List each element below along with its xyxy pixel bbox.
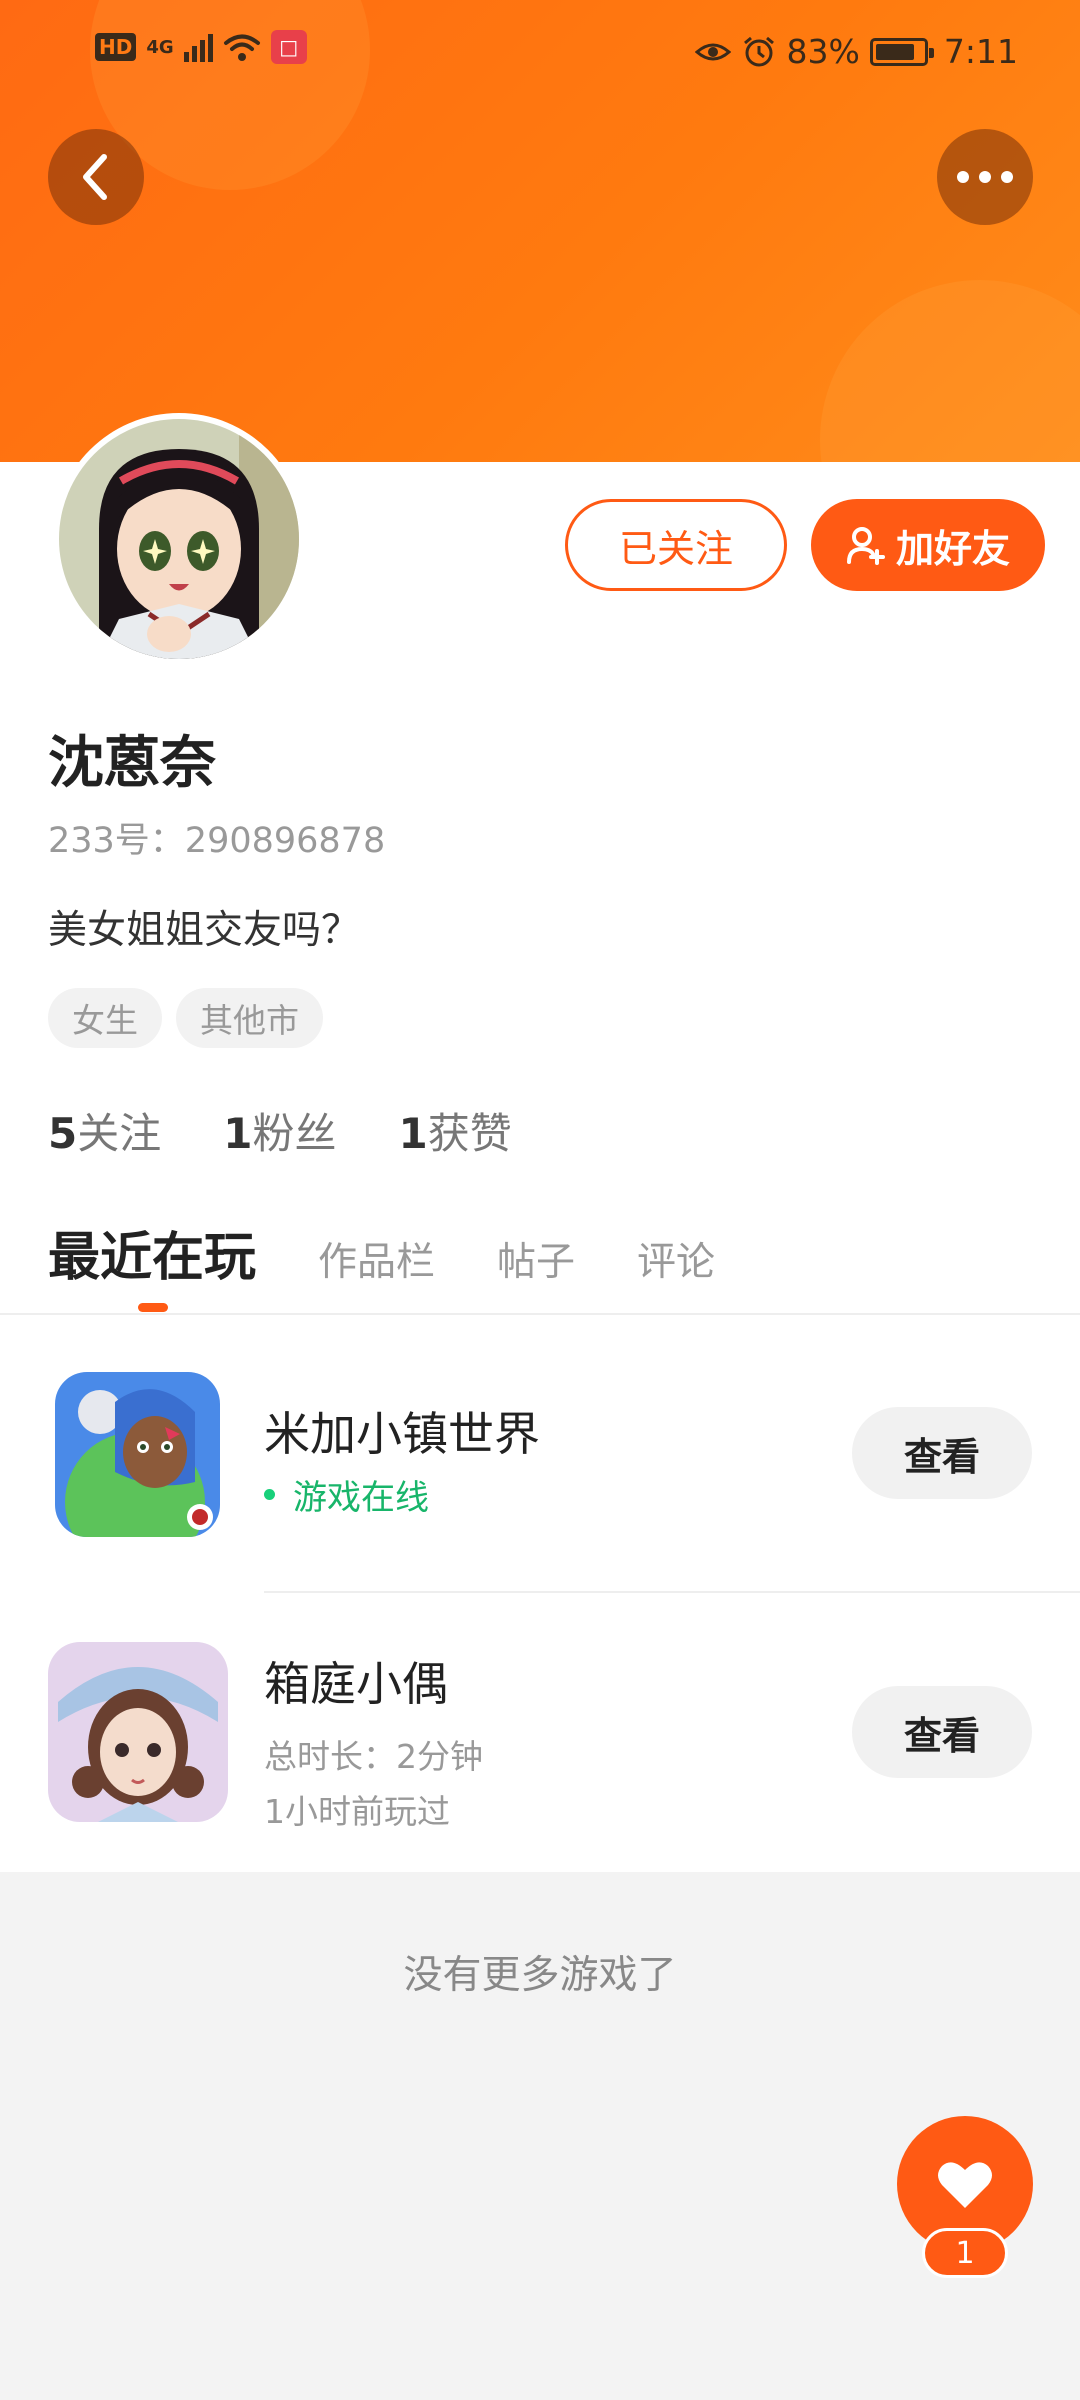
avatar[interactable] bbox=[53, 413, 305, 665]
game-title: 米加小镇世界 bbox=[264, 1407, 540, 1461]
avatar-image bbox=[59, 419, 299, 659]
stat-following[interactable]: 5关注 bbox=[48, 1100, 161, 1161]
tab-posts[interactable]: 帖子 bbox=[497, 1231, 575, 1287]
add-friend-label: 加好友 bbox=[895, 526, 1010, 571]
tabs-divider bbox=[0, 1313, 1080, 1315]
like-count-badge: 1 bbox=[922, 2228, 1008, 2278]
online-dot-icon bbox=[264, 1489, 275, 1500]
header-decoration bbox=[820, 280, 1080, 462]
username: 沈蒽奈 bbox=[48, 731, 216, 796]
battery-percent: 83% bbox=[786, 32, 860, 71]
last-played: 1小时前玩过 bbox=[264, 1792, 450, 1831]
user-id: 233号：290896878 bbox=[48, 821, 386, 861]
more-options-button[interactable] bbox=[937, 129, 1033, 225]
tab-recently-played[interactable]: 最近在玩 bbox=[48, 1215, 256, 1312]
tab-comments[interactable]: 评论 bbox=[637, 1231, 715, 1287]
hd-indicator: HD bbox=[95, 33, 137, 61]
back-button[interactable] bbox=[48, 129, 144, 225]
view-button[interactable]: 查看 bbox=[852, 1686, 1032, 1778]
stat-followers[interactable]: 1粉丝 bbox=[223, 1100, 336, 1161]
status-bar: HD 4G □ 83% 7:11 bbox=[0, 0, 1080, 105]
clock: 7:11 bbox=[943, 32, 1018, 71]
add-friend-button[interactable]: 加好友 bbox=[811, 499, 1045, 591]
signal-icon bbox=[183, 32, 213, 62]
status-right: 83% 7:11 bbox=[694, 32, 1018, 71]
add-user-icon bbox=[846, 527, 885, 565]
wifi-icon bbox=[223, 34, 260, 61]
game-icon bbox=[55, 1372, 220, 1537]
tag-gender: 女生 bbox=[48, 988, 162, 1048]
game-icon bbox=[48, 1642, 228, 1822]
battery-icon bbox=[869, 37, 934, 66]
game-title: 箱庭小偶 bbox=[264, 1657, 448, 1711]
status-left: HD 4G □ bbox=[95, 30, 307, 64]
tag-city: 其他市 bbox=[176, 988, 323, 1048]
network-type: 4G bbox=[146, 36, 174, 58]
more-dots-icon bbox=[957, 171, 1013, 183]
chevron-left-icon bbox=[83, 154, 107, 200]
followed-button[interactable]: 已关注 bbox=[565, 499, 787, 591]
eye-icon bbox=[694, 43, 731, 60]
list-item[interactable]: 箱庭小偶 总时长：2分钟 1小时前玩过 查看 bbox=[0, 1610, 1080, 1860]
book-app-icon: □ bbox=[270, 30, 307, 64]
play-duration: 总时长：2分钟 bbox=[264, 1737, 483, 1776]
user-bio: 美女姐姐交友吗？ bbox=[48, 908, 361, 953]
profile-stats: 5关注 1粉丝 1获赞 bbox=[48, 1100, 512, 1161]
tab-works[interactable]: 作品栏 bbox=[318, 1231, 435, 1287]
online-status: 游戏在线 bbox=[264, 1470, 429, 1519]
list-item[interactable]: 米加小镇世界 游戏在线 查看 bbox=[0, 1330, 1080, 1580]
heart-icon bbox=[938, 2162, 992, 2208]
no-more-games-text: 没有更多游戏了 bbox=[403, 1953, 677, 1998]
view-button[interactable]: 查看 bbox=[852, 1407, 1032, 1499]
profile-tabs: 最近在玩 作品栏 帖子 评论 bbox=[48, 1215, 715, 1312]
stat-likes[interactable]: 1获赞 bbox=[399, 1100, 512, 1161]
alarm-icon bbox=[743, 36, 774, 66]
profile-tags: 女生 其他市 bbox=[48, 988, 323, 1048]
list-divider bbox=[264, 1591, 1080, 1593]
